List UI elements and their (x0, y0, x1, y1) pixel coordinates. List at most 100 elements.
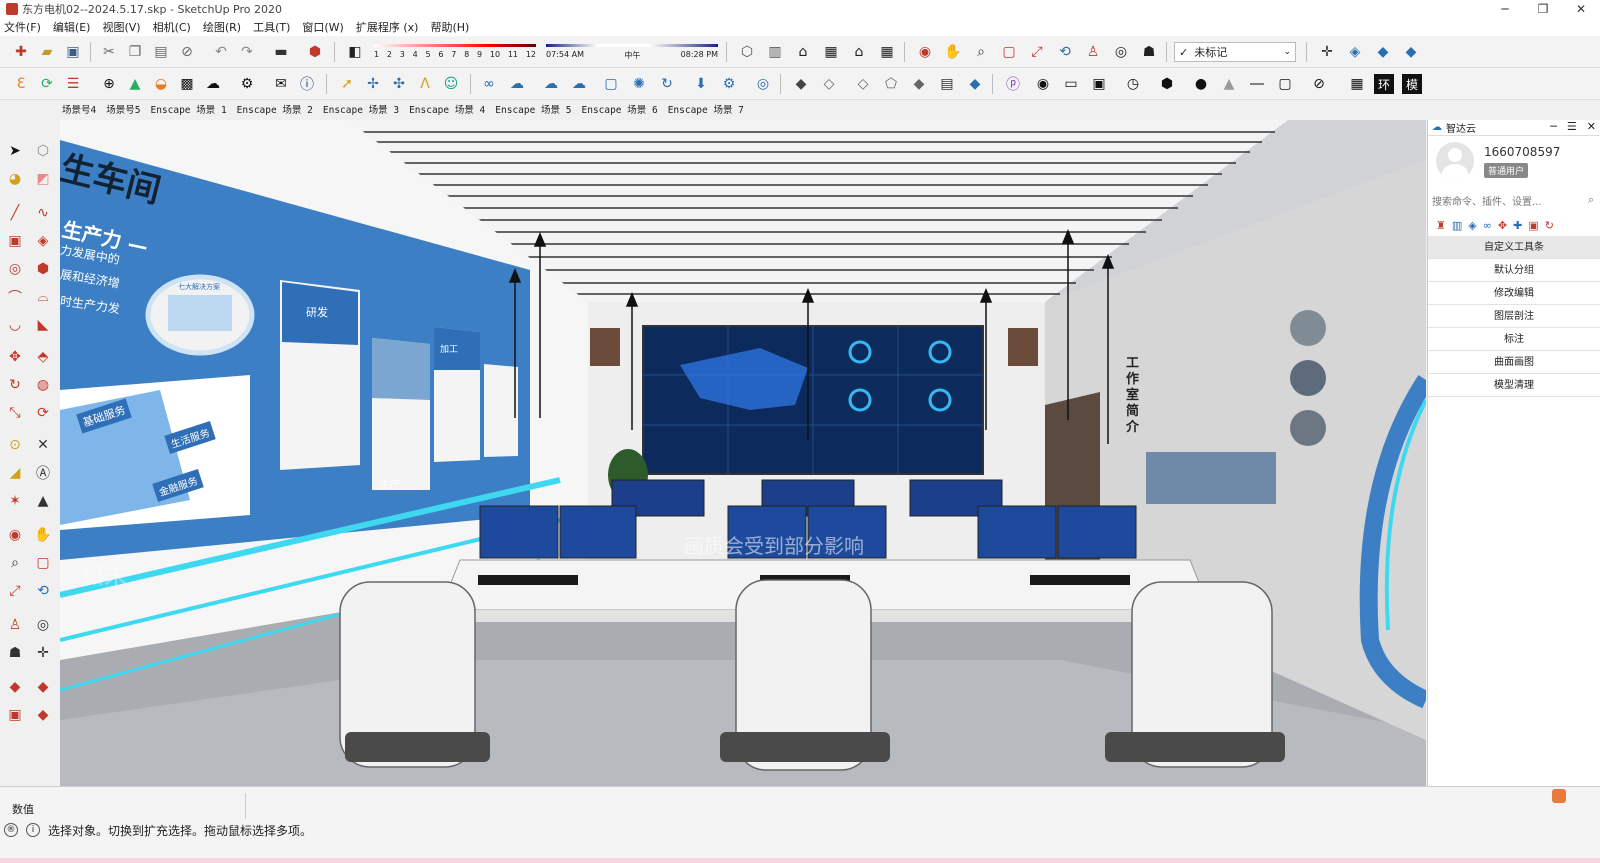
shadow-month-bar[interactable]: 1 2 3 4 5 6 7 8 9 10 11 12 (374, 42, 536, 64)
scene-tab[interactable]: Enscape 场景 7 (668, 102, 744, 116)
redo-icon[interactable]: ↷ (236, 41, 258, 63)
menu-camera[interactable]: 相机(C) (153, 19, 191, 35)
cloud-upload-icon[interactable]: ☁ (202, 73, 224, 95)
two-point-arc-icon[interactable]: ⌓ (32, 286, 54, 308)
axes-icon[interactable]: ✛ (1316, 41, 1338, 63)
paint-icon[interactable]: ♜ (1436, 219, 1446, 232)
settings-icon[interactable]: ⚙ (236, 73, 258, 95)
undo-icon[interactable]: ↶ (210, 41, 232, 63)
polygon-tool-icon[interactable]: ⬢ (32, 258, 54, 280)
checker-icon[interactable]: ▩ (176, 73, 198, 95)
tag-select[interactable]: ✓ 未标记 ⌄ (1174, 42, 1296, 62)
back-view-icon[interactable]: ⌂ (848, 41, 870, 63)
cloud-search-icon[interactable]: ☁ (506, 73, 528, 95)
axes-tool-icon[interactable]: ✶ (4, 490, 26, 512)
select-arrow-icon[interactable]: ➚ (336, 73, 358, 95)
face-icon[interactable]: ◇ (852, 73, 874, 95)
menu-edit[interactable]: 编辑(E) (53, 19, 91, 35)
3d-text-icon[interactable]: ▲ (32, 490, 54, 512)
menu-file[interactable]: 文件(F) (4, 19, 41, 35)
three-point-arc-icon[interactable]: ◡ (4, 314, 26, 336)
gear-icon[interactable]: ⚙ (718, 73, 740, 95)
panel-menu-item[interactable]: 图层剖注 (1428, 305, 1600, 328)
zoom-icon[interactable]: ⌕ (970, 41, 992, 63)
copy-icon[interactable]: ❐ (124, 41, 146, 63)
menu-view[interactable]: 视图(V) (102, 19, 140, 35)
frame-icon[interactable]: ▢ (600, 73, 622, 95)
section-plane-icon[interactable]: ◈ (1344, 41, 1366, 63)
panel-menu-item[interactable]: 曲面画图 (1428, 351, 1600, 374)
scale-tool-icon[interactable]: ⤡ (4, 402, 26, 424)
hex-settings-icon[interactable]: ⬢ (1156, 73, 1178, 95)
info-icon[interactable]: ⓘ (296, 73, 318, 95)
camera-position-icon[interactable]: ♙ (4, 614, 26, 636)
cone-icon[interactable]: ▲ (1218, 73, 1240, 95)
scene-tab[interactable]: Enscape 场景 2 (237, 102, 313, 116)
sandbox-contour-icon[interactable]: ◆ (4, 676, 26, 698)
top-view-icon[interactable]: ▥ (764, 41, 786, 63)
extension-warehouse-icon[interactable]: ◆ (32, 704, 54, 726)
panel-minimize-icon[interactable]: ─ (1550, 120, 1557, 133)
close-button[interactable]: ✕ (1562, 0, 1600, 18)
left-view-icon[interactable]: ▦ (876, 41, 898, 63)
rotated-rect-icon[interactable]: ◈ (32, 230, 54, 252)
protractor-icon[interactable]: ◢ (4, 462, 26, 484)
circle-tool-icon[interactable]: ◎ (4, 258, 26, 280)
scene-tab[interactable]: Enscape 场景 6 (581, 102, 657, 116)
warehouse-icon[interactable]: ▣ (4, 704, 26, 726)
component-tool-icon[interactable]: ⬡ (32, 140, 54, 162)
save-icon[interactable]: ▣ (62, 41, 84, 63)
panel-search-input[interactable]: 搜索命令、插件、设置... ⌕ (1432, 192, 1596, 208)
camera-lens-icon[interactable]: ◉ (1032, 73, 1054, 95)
new-file-icon[interactable]: ✚ (10, 41, 32, 63)
walk-icon[interactable]: ☗ (1138, 41, 1160, 63)
paste-icon[interactable]: ▤ (150, 41, 172, 63)
geo-location-icon[interactable]: ® (4, 823, 18, 837)
follow-me-icon[interactable]: ◍ (32, 374, 54, 396)
link-icon[interactable]: ∞ (1483, 219, 1492, 232)
section-fill-icon[interactable]: ◆ (1400, 41, 1422, 63)
scene-tab[interactable]: Enscape 场景 3 (323, 102, 399, 116)
cut-icon[interactable]: ✂ (98, 41, 120, 63)
panel-close-icon[interactable]: ✕ (1587, 120, 1596, 133)
search-icon[interactable]: ⌕ (1588, 193, 1594, 207)
panel-menu-icon[interactable]: ☰ (1567, 120, 1577, 133)
look-around-tool-icon[interactable]: ◎ (32, 614, 54, 636)
panel-menu-item[interactable]: 修改编辑 (1428, 282, 1600, 305)
solid-icon[interactable]: ◆ (908, 73, 930, 95)
box-icon[interactable]: ◇ (818, 73, 840, 95)
tape-measure-icon[interactable]: ⊙ (4, 434, 26, 456)
menu-help[interactable]: 帮助(H) (430, 19, 469, 35)
freehand-icon[interactable]: ∿ (32, 202, 54, 224)
pie-tool-icon[interactable]: ◣ (32, 314, 54, 336)
shape-icon[interactable]: ◆ (964, 73, 986, 95)
cloud-link-icon[interactable]: ∞ (478, 73, 500, 95)
move-icon[interactable]: ✥ (1498, 219, 1507, 232)
zoom-window-icon[interactable]: ▢ (998, 41, 1020, 63)
hide-icon[interactable]: ⊘ (1308, 73, 1330, 95)
tape-icon[interactable]: ✣ (388, 73, 410, 95)
target-icon[interactable]: ✚ (1513, 219, 1522, 232)
rectangle-tool-icon[interactable]: ▣ (4, 230, 26, 252)
erase-icon[interactable]: ⊘ (176, 41, 198, 63)
mail-icon[interactable]: ✉ (270, 73, 292, 95)
zoom-extents-tool-icon[interactable]: ⤢ (4, 580, 26, 602)
layers-icon[interactable]: ◈ (1468, 219, 1476, 232)
p-plugin-icon[interactable]: ⓟ (1002, 73, 1024, 95)
minimize-button[interactable]: ─ (1486, 0, 1524, 18)
zoom-window-tool-icon[interactable]: ▢ (32, 552, 54, 574)
shadow-time-bar[interactable]: 07:54 AM 中午 08:28 PM (546, 42, 718, 64)
plane-icon[interactable]: ⬠ (880, 73, 902, 95)
video-icon[interactable]: ▭ (1060, 73, 1082, 95)
eraser-icon[interactable]: ◩ (32, 168, 54, 190)
zoom-tool-icon[interactable]: ⌕ (4, 552, 26, 574)
avatar[interactable] (1436, 142, 1474, 180)
measurements-box[interactable]: 数值 (6, 793, 246, 819)
previous-view-icon[interactable]: ⟲ (1054, 41, 1076, 63)
position-camera-icon[interactable]: ♙ (1082, 41, 1104, 63)
paint-bucket-icon[interactable]: ◕ (4, 168, 26, 190)
orbit-icon[interactable]: ◉ (914, 41, 936, 63)
iso-view-icon[interactable]: ⬡ (736, 41, 758, 63)
right-view-icon[interactable]: ▦ (820, 41, 842, 63)
push-pull-icon[interactable]: ⬘ (32, 346, 54, 368)
